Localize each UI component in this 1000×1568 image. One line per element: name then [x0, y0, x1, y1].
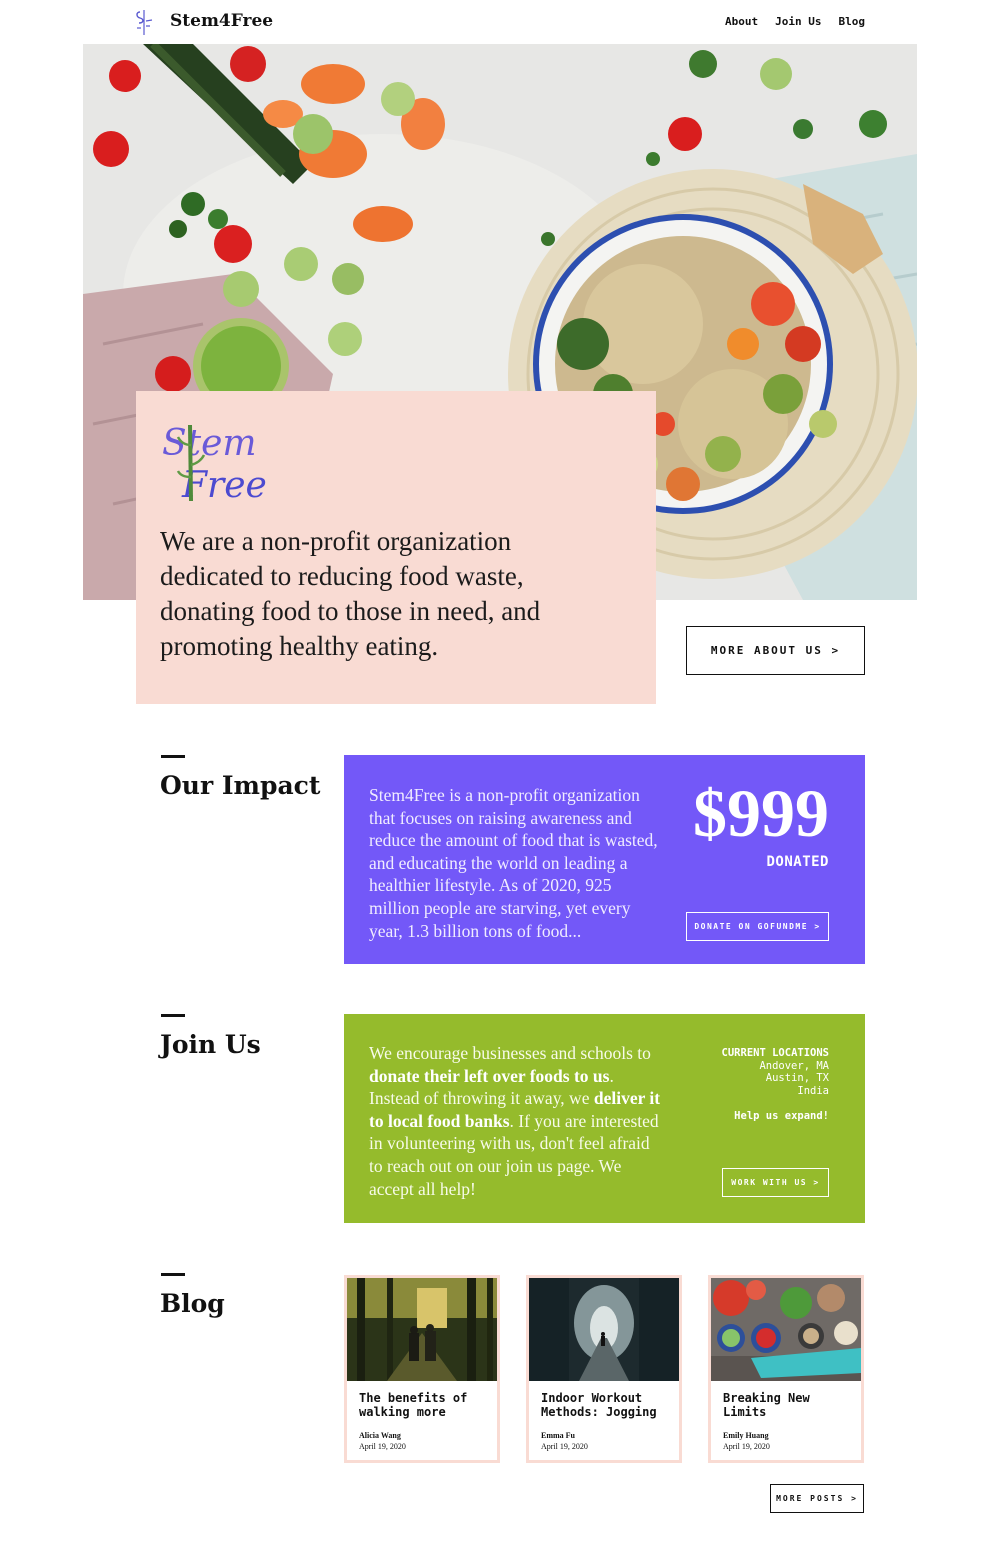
blog-post-card[interactable]: Indoor Workout Methods: Jogging Emma Fu …	[526, 1275, 682, 1463]
hero-tagline: We are a non-profit organization dedicat…	[160, 526, 541, 661]
blog-post-author: Emma Fu	[541, 1431, 575, 1440]
blog-post-title[interactable]: Indoor Workout Methods: Jogging	[541, 1391, 675, 1419]
location-item: India	[797, 1084, 829, 1097]
section-dash-impact	[161, 755, 185, 758]
current-locations: CURRENT LOCATIONS Andover, MA Austin, TX…	[722, 1047, 829, 1097]
main-nav: About Join Us Blog	[725, 15, 865, 28]
nav-link-about[interactable]: About	[725, 15, 758, 28]
impact-description: Stem4Free is a non-profit organization t…	[369, 785, 658, 941]
blog-post-title[interactable]: Breaking New Limits	[723, 1391, 857, 1419]
donated-label: DONATED	[766, 854, 829, 870]
blog-post-date: April 19, 2020	[359, 1442, 406, 1451]
impact-panel: Stem4Free is a non-profit organization t…	[344, 755, 865, 964]
blog-post-title[interactable]: The benefits of walking more	[359, 1391, 493, 1419]
hero-intro-card: Stem Free We are a non-profit organizati…	[136, 391, 656, 704]
more-posts-button[interactable]: MORE POSTS >	[770, 1484, 864, 1513]
join-panel: We encourage businesses and schools to d…	[344, 1014, 865, 1223]
svg-text:Free: Free	[181, 465, 266, 503]
blog-post-author: Emily Huang	[723, 1431, 769, 1440]
blog-post-date: April 19, 2020	[723, 1442, 770, 1451]
blog-post-image	[711, 1278, 861, 1381]
blog-post-date: April 19, 2020	[541, 1442, 588, 1451]
section-title-impact: Our Impact	[160, 771, 321, 800]
nav-link-join-us[interactable]: Join Us	[775, 15, 821, 28]
more-about-us-button[interactable]: MORE ABOUT US >	[686, 626, 865, 675]
locations-title: CURRENT LOCATIONS	[721, 1047, 829, 1059]
brand-name[interactable]: Stem4Free	[170, 11, 273, 31]
blog-post-card[interactable]: The benefits of walking more Alicia Wang…	[344, 1275, 500, 1463]
location-item: Austin, TX	[765, 1072, 829, 1084]
location-item: Andover, MA	[759, 1059, 829, 1072]
brand-logo-icon[interactable]	[134, 8, 154, 36]
blog-post-image	[529, 1278, 679, 1381]
section-dash-blog	[161, 1273, 185, 1276]
blog-post-image	[347, 1278, 497, 1381]
section-dash-join	[161, 1014, 185, 1017]
blog-post-author: Alicia Wang	[359, 1431, 401, 1440]
section-title-join: Join Us	[160, 1030, 261, 1059]
blog-post-card[interactable]: Breaking New Limits Emily Huang April 19…	[708, 1275, 864, 1463]
section-title-blog: Blog	[160, 1289, 225, 1318]
svg-text:Stem: Stem	[162, 423, 257, 464]
donate-gofundme-button[interactable]: DONATE ON GOFUNDME >	[686, 912, 829, 941]
top-bar: Stem4Free About Join Us Blog	[0, 0, 1000, 44]
stem4free-logo: Stem Free	[162, 423, 266, 503]
nav-link-blog[interactable]: Blog	[839, 15, 866, 28]
help-expand-text: Help us expand!	[734, 1110, 829, 1122]
donated-amount: $999	[693, 775, 829, 851]
join-description: We encourage businesses and schools to d…	[369, 1043, 661, 1199]
work-with-us-button[interactable]: WORK WITH US >	[722, 1168, 829, 1197]
